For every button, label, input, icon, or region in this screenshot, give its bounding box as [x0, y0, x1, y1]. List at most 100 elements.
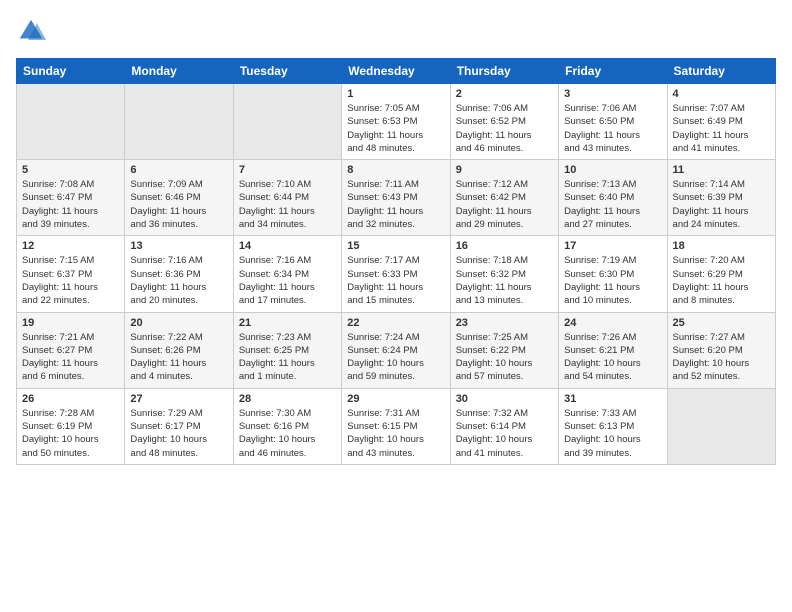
day-number: 24 [564, 317, 661, 329]
page-header [16, 16, 776, 46]
calendar-cell: 28 Sunrise: 7:30 AM Sunset: 6:16 PM Dayli… [233, 388, 341, 464]
day-number: 26 [22, 393, 119, 405]
day-info: Sunrise: 7:29 AM Sunset: 6:17 PM Dayligh… [130, 407, 227, 460]
calendar-cell: 10 Sunrise: 7:13 AM Sunset: 6:40 PM Dayli… [559, 160, 667, 236]
day-number: 12 [22, 240, 119, 252]
day-info: Sunrise: 7:07 AM Sunset: 6:49 PM Dayligh… [673, 102, 770, 155]
day-info: Sunrise: 7:13 AM Sunset: 6:40 PM Dayligh… [564, 178, 661, 231]
day-info: Sunrise: 7:28 AM Sunset: 6:19 PM Dayligh… [22, 407, 119, 460]
day-number: 28 [239, 393, 336, 405]
day-info: Sunrise: 7:09 AM Sunset: 6:46 PM Dayligh… [130, 178, 227, 231]
calendar-cell: 4 Sunrise: 7:07 AM Sunset: 6:49 PM Daylig… [667, 84, 775, 160]
calendar-cell [125, 84, 233, 160]
calendar-cell: 20 Sunrise: 7:22 AM Sunset: 6:26 PM Dayli… [125, 312, 233, 388]
day-info: Sunrise: 7:10 AM Sunset: 6:44 PM Dayligh… [239, 178, 336, 231]
calendar-cell: 9 Sunrise: 7:12 AM Sunset: 6:42 PM Daylig… [450, 160, 558, 236]
day-info: Sunrise: 7:11 AM Sunset: 6:43 PM Dayligh… [347, 178, 444, 231]
day-info: Sunrise: 7:23 AM Sunset: 6:25 PM Dayligh… [239, 331, 336, 384]
calendar-cell: 2 Sunrise: 7:06 AM Sunset: 6:52 PM Daylig… [450, 84, 558, 160]
day-number: 4 [673, 88, 770, 100]
week-row-3: 12 Sunrise: 7:15 AM Sunset: 6:37 PM Dayli… [17, 236, 776, 312]
calendar-cell: 31 Sunrise: 7:33 AM Sunset: 6:13 PM Dayli… [559, 388, 667, 464]
day-number: 23 [456, 317, 553, 329]
day-info: Sunrise: 7:25 AM Sunset: 6:22 PM Dayligh… [456, 331, 553, 384]
day-number: 17 [564, 240, 661, 252]
day-info: Sunrise: 7:19 AM Sunset: 6:30 PM Dayligh… [564, 254, 661, 307]
calendar-cell: 11 Sunrise: 7:14 AM Sunset: 6:39 PM Dayli… [667, 160, 775, 236]
day-number: 1 [347, 88, 444, 100]
calendar-cell: 1 Sunrise: 7:05 AM Sunset: 6:53 PM Daylig… [342, 84, 450, 160]
day-number: 16 [456, 240, 553, 252]
day-info: Sunrise: 7:05 AM Sunset: 6:53 PM Dayligh… [347, 102, 444, 155]
col-header-sunday: Sunday [17, 59, 125, 84]
day-number: 22 [347, 317, 444, 329]
calendar-cell: 19 Sunrise: 7:21 AM Sunset: 6:27 PM Dayli… [17, 312, 125, 388]
col-header-tuesday: Tuesday [233, 59, 341, 84]
day-number: 20 [130, 317, 227, 329]
logo-icon [16, 16, 46, 46]
week-row-4: 19 Sunrise: 7:21 AM Sunset: 6:27 PM Dayli… [17, 312, 776, 388]
day-number: 30 [456, 393, 553, 405]
day-info: Sunrise: 7:31 AM Sunset: 6:15 PM Dayligh… [347, 407, 444, 460]
calendar-cell [667, 388, 775, 464]
day-number: 2 [456, 88, 553, 100]
calendar-cell: 13 Sunrise: 7:16 AM Sunset: 6:36 PM Dayli… [125, 236, 233, 312]
day-info: Sunrise: 7:17 AM Sunset: 6:33 PM Dayligh… [347, 254, 444, 307]
calendar-cell: 8 Sunrise: 7:11 AM Sunset: 6:43 PM Daylig… [342, 160, 450, 236]
day-number: 8 [347, 164, 444, 176]
day-number: 9 [456, 164, 553, 176]
calendar-cell: 27Sunrise: 7:29 AM Sunset: 6:17 PM Dayli… [125, 388, 233, 464]
calendar-cell: 18 Sunrise: 7:20 AM Sunset: 6:29 PM Dayli… [667, 236, 775, 312]
calendar-cell: 14Sunrise: 7:16 AM Sunset: 6:34 PM Dayli… [233, 236, 341, 312]
day-number: 3 [564, 88, 661, 100]
day-info: Sunrise: 7:26 AM Sunset: 6:21 PM Dayligh… [564, 331, 661, 384]
day-info: Sunrise: 7:22 AM Sunset: 6:26 PM Dayligh… [130, 331, 227, 384]
calendar-cell: 12 Sunrise: 7:15 AM Sunset: 6:37 PM Dayli… [17, 236, 125, 312]
day-number: 31 [564, 393, 661, 405]
calendar-cell: 15 Sunrise: 7:17 AM Sunset: 6:33 PM Dayli… [342, 236, 450, 312]
day-info: Sunrise: 7:12 AM Sunset: 6:42 PM Dayligh… [456, 178, 553, 231]
day-number: 19 [22, 317, 119, 329]
day-number: 7 [239, 164, 336, 176]
day-info: Sunrise: 7:24 AM Sunset: 6:24 PM Dayligh… [347, 331, 444, 384]
day-number: 6 [130, 164, 227, 176]
day-number: 13 [130, 240, 227, 252]
day-info: Sunrise: 7:20 AM Sunset: 6:29 PM Dayligh… [673, 254, 770, 307]
col-header-saturday: Saturday [667, 59, 775, 84]
day-info: Sunrise: 7:16 AM Sunset: 6:36 PM Dayligh… [130, 254, 227, 307]
day-info: Sunrise: 7:14 AM Sunset: 6:39 PM Dayligh… [673, 178, 770, 231]
calendar-cell: 22 Sunrise: 7:24 AM Sunset: 6:24 PM Dayli… [342, 312, 450, 388]
calendar-cell [233, 84, 341, 160]
calendar-cell: 23 Sunrise: 7:25 AM Sunset: 6:22 PM Dayli… [450, 312, 558, 388]
day-number: 10 [564, 164, 661, 176]
day-number: 25 [673, 317, 770, 329]
day-info: Sunrise: 7:33 AM Sunset: 6:13 PM Dayligh… [564, 407, 661, 460]
col-header-thursday: Thursday [450, 59, 558, 84]
day-info: Sunrise: 7:06 AM Sunset: 6:50 PM Dayligh… [564, 102, 661, 155]
day-info: Sunrise: 7:27 AM Sunset: 6:20 PM Dayligh… [673, 331, 770, 384]
day-info: Sunrise: 7:08 AM Sunset: 6:47 PM Dayligh… [22, 178, 119, 231]
day-info: Sunrise: 7:30 AM Sunset: 6:16 PM Dayligh… [239, 407, 336, 460]
col-header-monday: Monday [125, 59, 233, 84]
day-number: 11 [673, 164, 770, 176]
day-info: Sunrise: 7:06 AM Sunset: 6:52 PM Dayligh… [456, 102, 553, 155]
calendar-cell: 17 Sunrise: 7:19 AM Sunset: 6:30 PM Dayli… [559, 236, 667, 312]
calendar-cell: 3 Sunrise: 7:06 AM Sunset: 6:50 PM Daylig… [559, 84, 667, 160]
calendar-cell: 24 Sunrise: 7:26 AM Sunset: 6:21 PM Dayli… [559, 312, 667, 388]
calendar-cell: 7 Sunrise: 7:10 AM Sunset: 6:44 PM Daylig… [233, 160, 341, 236]
day-info: Sunrise: 7:18 AM Sunset: 6:32 PM Dayligh… [456, 254, 553, 307]
day-number: 29 [347, 393, 444, 405]
col-header-wednesday: Wednesday [342, 59, 450, 84]
week-row-1: 1 Sunrise: 7:05 AM Sunset: 6:53 PM Daylig… [17, 84, 776, 160]
calendar-cell: 16 Sunrise: 7:18 AM Sunset: 6:32 PM Dayli… [450, 236, 558, 312]
calendar-cell: 5 Sunrise: 7:08 AM Sunset: 6:47 PM Daylig… [17, 160, 125, 236]
day-number: 15 [347, 240, 444, 252]
calendar-cell: 26 Sunrise: 7:28 AM Sunset: 6:19 PM Dayli… [17, 388, 125, 464]
day-info: Sunrise: 7:15 AM Sunset: 6:37 PM Dayligh… [22, 254, 119, 307]
day-number: 14 [239, 240, 336, 252]
week-row-5: 26 Sunrise: 7:28 AM Sunset: 6:19 PM Dayli… [17, 388, 776, 464]
logo [16, 16, 50, 46]
day-number: 5 [22, 164, 119, 176]
day-number: 18 [673, 240, 770, 252]
day-info: Sunrise: 7:21 AM Sunset: 6:27 PM Dayligh… [22, 331, 119, 384]
